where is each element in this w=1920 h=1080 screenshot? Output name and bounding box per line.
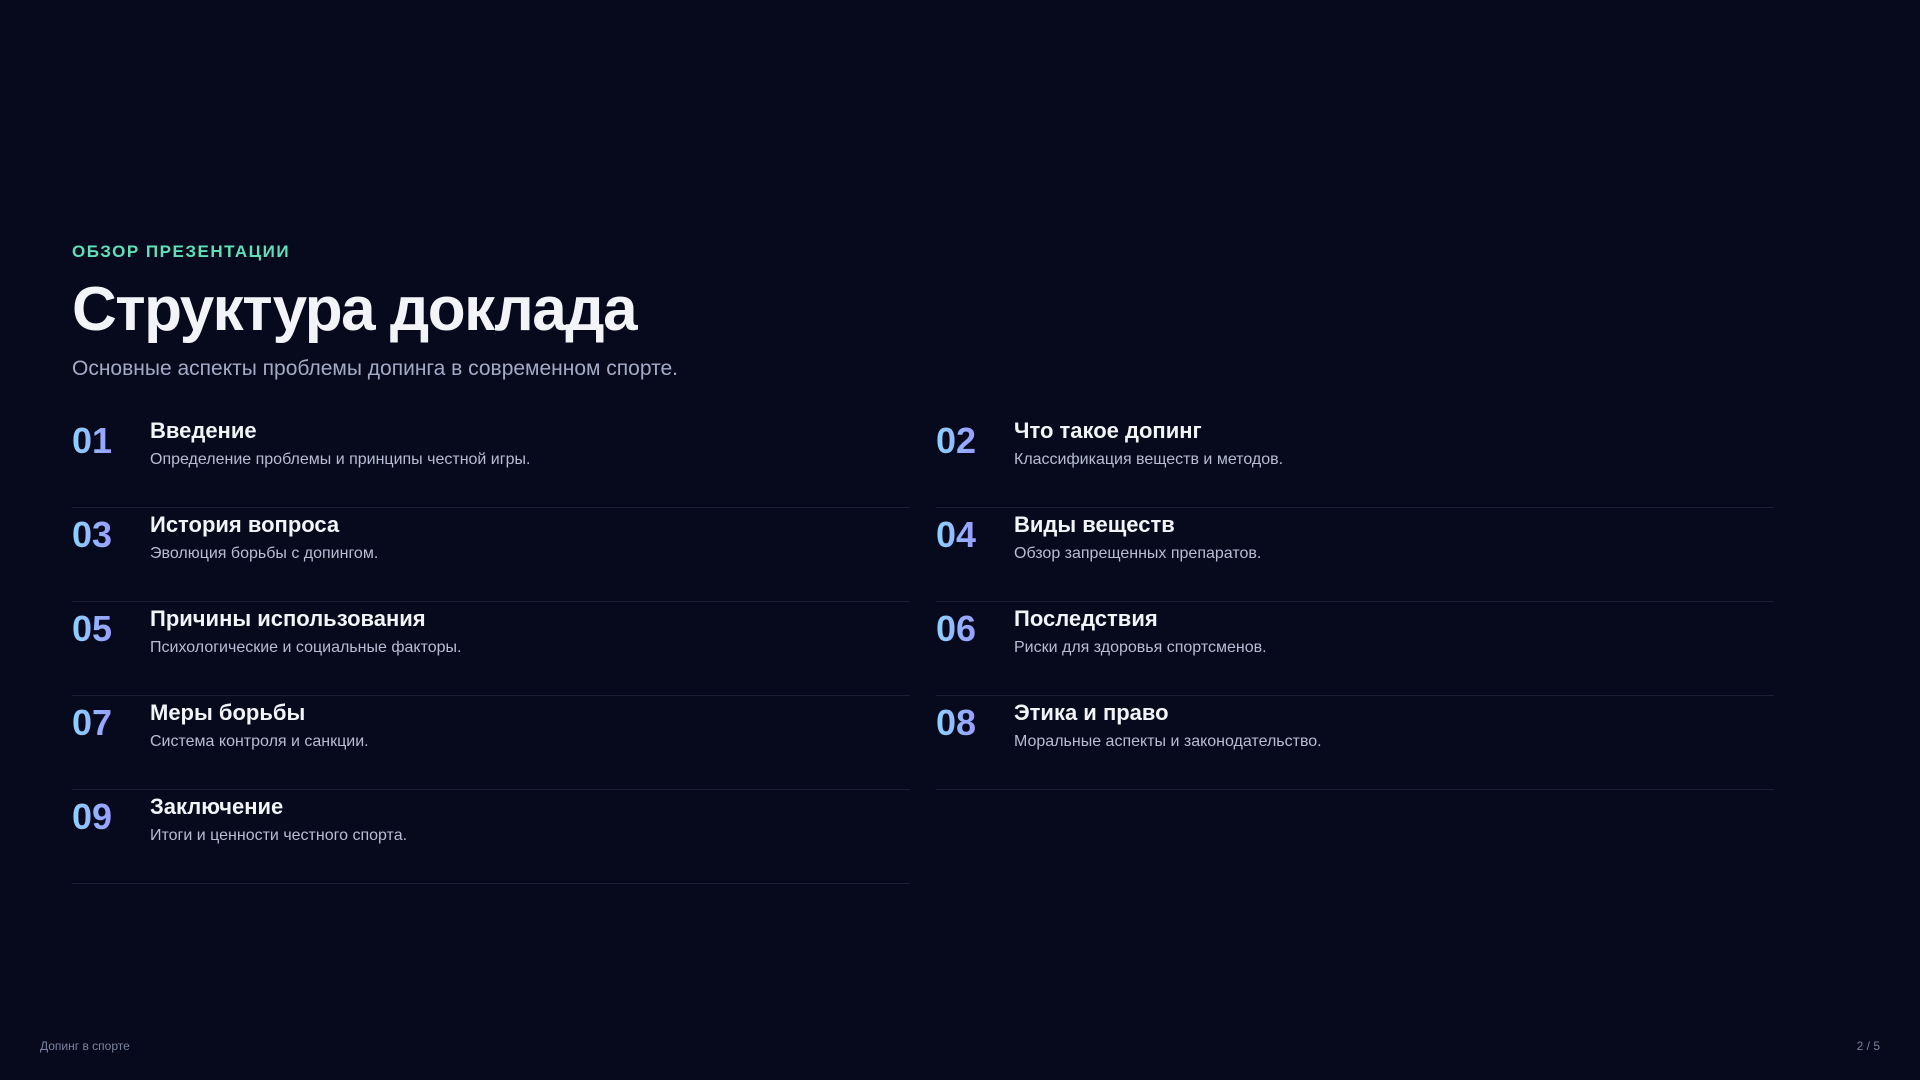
agenda-item-number: 04 xyxy=(936,514,977,555)
agenda-item: 01 Введение Определение проблемы и принцип… xyxy=(72,414,910,508)
slide: ОБЗОР ПРЕЗЕНТАЦИИ Структура доклада Осно… xyxy=(0,0,1920,1080)
agenda-item: 03 История вопроса Эволюция борьбы с допин… xyxy=(72,508,910,602)
agenda-item-number: 02 xyxy=(936,420,977,461)
agenda-item-number: 01 xyxy=(72,420,113,461)
agenda-item-number: 07 xyxy=(72,702,113,743)
agenda-item-description: Определение проблемы и принципы честной … xyxy=(150,451,531,468)
agenda-item-title: Введение xyxy=(150,418,257,443)
agenda-item-title: Этика и право xyxy=(1014,700,1169,725)
agenda-item-title: Меры борьбы xyxy=(150,700,306,725)
agenda-item: 09 Заключение Итоги и ценности честного сп… xyxy=(72,790,910,884)
agenda-item-description: Итоги и ценности честного спорта. xyxy=(150,827,408,844)
agenda-item-description: Моральные аспекты и законодательство. xyxy=(1014,733,1322,750)
agenda-item: 08 Этика и право Моральные аспекты и закон… xyxy=(936,696,1774,790)
agenda-item: 05 Причины использования Психологические и… xyxy=(72,602,910,696)
slide-content: ОБЗОР ПРЕЗЕНТАЦИИ Структура доклада Осно… xyxy=(72,236,1774,884)
agenda-item-title: Виды веществ xyxy=(1014,512,1175,537)
page-subtitle: Основные аспекты проблемы допинга в совр… xyxy=(72,357,678,380)
agenda-item: 07 Меры борьбы Система контроля и санкции. xyxy=(72,696,910,790)
agenda-item-description: Риски для здоровья спортсменов. xyxy=(1014,639,1267,656)
footer-page-indicator: 2 / 5 xyxy=(1856,1039,1880,1053)
agenda-item-title: Последствия xyxy=(1014,606,1158,631)
agenda-item-description: Эволюция борьбы с допингом. xyxy=(150,545,379,562)
agenda-item: 04 Виды веществ Обзор запрещенных препарат… xyxy=(936,508,1774,602)
agenda-item-description: Обзор запрещенных препаратов. xyxy=(1014,545,1262,562)
footer-deck-title: Допинг в спорте xyxy=(40,1039,130,1053)
agenda-item-title: Заключение xyxy=(150,794,284,819)
agenda-item-number: 08 xyxy=(936,702,977,743)
page-title: Структура доклада xyxy=(72,275,638,344)
agenda-item-number: 03 xyxy=(72,514,113,555)
agenda-item-description: Система контроля и санкции. xyxy=(150,733,369,750)
agenda-item: 02 Что такое допинг Классификация веществ … xyxy=(936,414,1774,508)
agenda-item-description: Классификация веществ и методов. xyxy=(1014,451,1284,468)
agenda-item-number: 05 xyxy=(72,608,113,649)
eyebrow-label: ОБЗОР ПРЕЗЕНТАЦИИ xyxy=(72,242,291,261)
agenda-item-description: Психологические и социальные факторы. xyxy=(150,639,462,656)
agenda-item-title: История вопроса xyxy=(150,512,340,537)
agenda-item-title: Что такое допинг xyxy=(1014,418,1202,443)
agenda-item-title: Причины использования xyxy=(150,606,426,631)
agenda-item: 06 Последствия Риски для здоровья спортсме… xyxy=(936,602,1774,696)
agenda-item-number: 09 xyxy=(72,796,113,837)
agenda-item-number: 06 xyxy=(936,608,977,649)
